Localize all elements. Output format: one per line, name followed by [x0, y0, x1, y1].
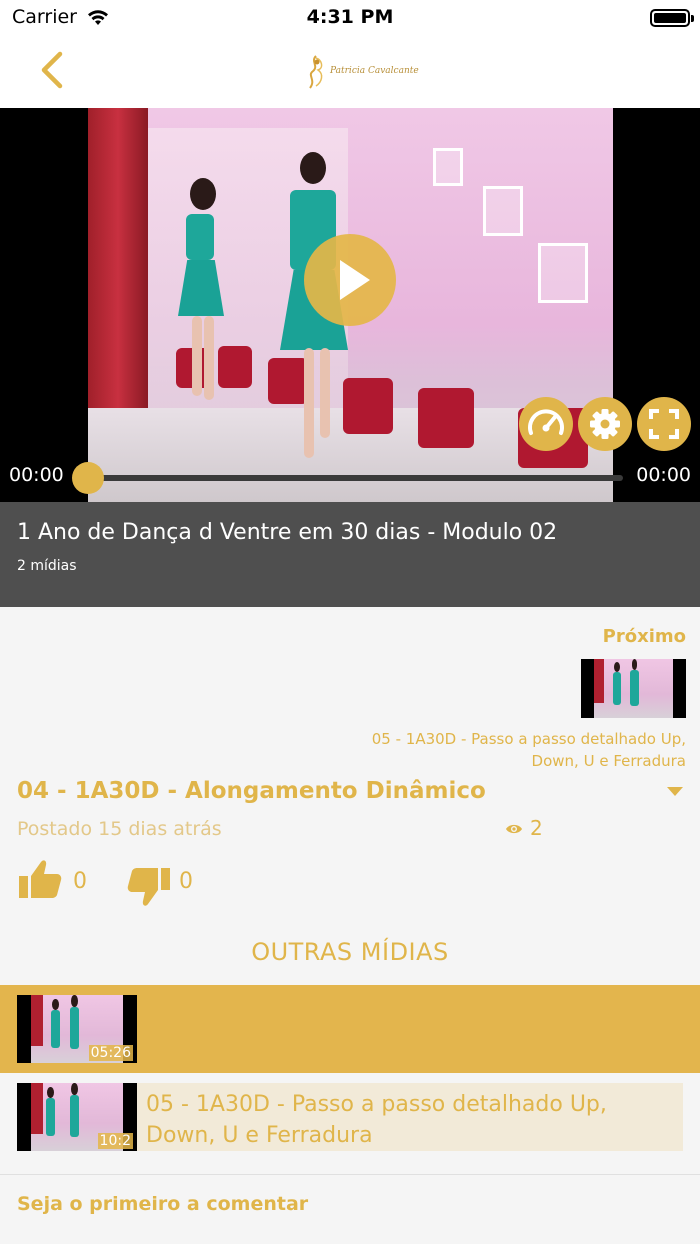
- duration-time: 00:00: [636, 464, 691, 486]
- playback-speed-button[interactable]: [519, 397, 573, 451]
- next-media-thumbnail[interactable]: [581, 659, 686, 718]
- divider: [0, 1174, 700, 1175]
- course-media-count: 2 mídias: [17, 558, 77, 574]
- media-thumbnail: 05:26: [17, 995, 137, 1063]
- thumbs-up-icon: [19, 860, 62, 898]
- chevron-left-icon: [41, 51, 63, 89]
- next-media-title[interactable]: 05 - 1A30D - Passo a passo detalhado Up,…: [326, 728, 686, 768]
- media-title: 04 - 1A30D - Alongamento Dinâmico: [17, 778, 486, 804]
- dislike-count: 0: [179, 869, 193, 894]
- battery-icon: [650, 9, 694, 27]
- like-count: 0: [73, 869, 87, 894]
- first-comment-link[interactable]: Seja o primeiro a comentar: [17, 1193, 308, 1215]
- eye-icon: [506, 824, 522, 834]
- media-list-item-title: 05 - 1A30D - Passo a passo detalhado Up,…: [137, 1083, 683, 1151]
- course-title: 1 Ano de Dança d Ventre em 30 dias - Mod…: [17, 520, 558, 545]
- fullscreen-icon: [649, 409, 679, 439]
- seek-bar[interactable]: [88, 475, 623, 481]
- other-media-header: OUTRAS MÍDIAS: [251, 938, 449, 966]
- fullscreen-button[interactable]: [637, 397, 691, 451]
- like-button[interactable]: [17, 856, 67, 906]
- view-count: 2: [530, 816, 543, 840]
- clock: 4:31 PM: [306, 6, 394, 28]
- media-duration: 05:26: [88, 1045, 133, 1061]
- media-thumbnail: 10:2: [17, 1083, 137, 1151]
- current-time: 00:00: [9, 464, 64, 486]
- seek-thumb[interactable]: [72, 462, 104, 494]
- speedometer-icon: [528, 409, 564, 435]
- course-header: 1 Ano de Dança d Ventre em 30 dias - Mod…: [0, 502, 700, 607]
- next-label: Próximo: [602, 626, 686, 647]
- back-button[interactable]: [32, 50, 72, 94]
- media-list-item-active[interactable]: 05:26: [0, 985, 700, 1073]
- thumbs-down-icon: [127, 868, 170, 906]
- gear-icon: [590, 409, 620, 439]
- next-thumbnail-image: [581, 659, 686, 718]
- brand-logo: Patricia Cavalcante: [302, 52, 419, 92]
- posted-date: Postado 15 dias atrás: [17, 818, 222, 840]
- settings-button[interactable]: [578, 397, 632, 451]
- status-bar: Carrier 4:31 PM: [0, 0, 700, 36]
- nav-bar: Patricia Cavalcante: [0, 36, 700, 108]
- dislike-button[interactable]: [122, 860, 172, 910]
- media-duration: 10:2: [97, 1133, 133, 1149]
- expand-description-icon[interactable]: [667, 787, 683, 796]
- play-button[interactable]: [304, 234, 396, 326]
- logo-text: Patricia Cavalcante: [330, 66, 419, 76]
- video-player[interactable]: 00:00 00:00: [0, 108, 700, 502]
- media-list-item[interactable]: 10:2 05 - 1A30D - Passo a passo detalhad…: [0, 1078, 700, 1156]
- dancer-logo-icon: [309, 55, 323, 89]
